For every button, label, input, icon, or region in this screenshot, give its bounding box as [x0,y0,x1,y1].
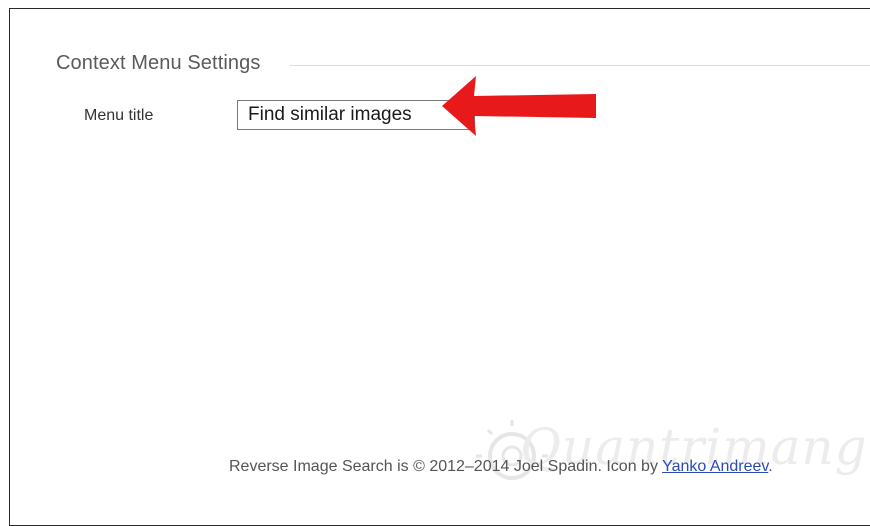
footer-text: Reverse Image Search is © 2012–2014 Joel… [229,458,663,475]
menu-title-label: Menu title [84,107,154,124]
section-title: Context Menu Settings [56,52,261,74]
section-divider [290,65,870,66]
author-link[interactable]: Yanko Andreev [662,458,768,475]
footer-suffix: . [768,458,773,475]
footer: Reverse Image Search is © 2012–2014 Joel… [229,458,773,476]
arrow-left-icon [442,76,596,136]
